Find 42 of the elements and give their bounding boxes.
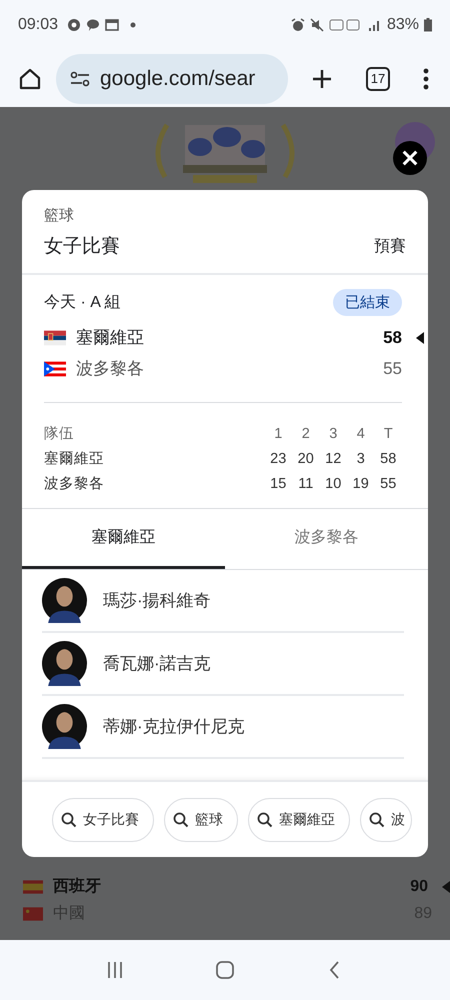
team-name: 塞爾維亞: [76, 327, 144, 349]
group-label: 今天 · A 組: [44, 293, 120, 313]
search-chip[interactable]: 塞爾維亞: [248, 798, 350, 842]
column-header: 1: [273, 426, 284, 442]
table-cell-text: 11: [297, 476, 314, 492]
team-tab[interactable]: 波多黎各: [225, 509, 428, 569]
column-header: T: [382, 426, 394, 442]
stage-label: 預賽: [374, 236, 406, 256]
team-score: 58: [383, 328, 402, 348]
player-name[interactable]: 喬瓦娜·諾吉克: [103, 652, 211, 675]
table-cell-text: 波多黎各: [44, 475, 105, 493]
table-cell-text: 58: [379, 450, 398, 466]
status-badge: 已結束: [333, 289, 402, 316]
tab-switcher-button[interactable]: 17: [366, 66, 390, 90]
search-chip[interactable]: 女子比賽: [52, 798, 154, 842]
battery-percent: 83%: [386, 16, 419, 34]
column-header: 4: [356, 426, 366, 442]
column-header: 3: [328, 426, 338, 442]
table-cell-text: 塞爾維亞: [44, 450, 105, 468]
table-cell-text: 55: [379, 476, 398, 492]
team-name: 波多黎各: [76, 358, 144, 380]
clock-time: 09:03: [18, 16, 58, 34]
table-cell-text: 3: [356, 450, 366, 466]
player-name[interactable]: 瑪莎·揚科維奇: [103, 589, 211, 612]
player-name[interactable]: 蒂娜·克拉伊什尼克: [103, 715, 245, 738]
search-chip[interactable]: 籃球: [164, 798, 238, 842]
event-title: 女子比賽: [44, 235, 120, 259]
table-cell-text: 12: [324, 450, 342, 466]
team-score: 90: [410, 878, 428, 896]
table-cell-text: 15: [269, 476, 288, 492]
search-chip[interactable]: 波: [360, 798, 412, 842]
team-tab[interactable]: 塞爾維亞: [22, 509, 225, 569]
table-cell-text: 20: [296, 450, 315, 466]
team-name: 西班牙: [53, 876, 101, 897]
address-bar[interactable]: google.com/sear: [56, 54, 288, 104]
column-header: 2: [300, 426, 311, 442]
table-cell-text: 19: [352, 476, 370, 492]
team-score: 55: [383, 358, 402, 378]
column-header: 隊伍: [44, 425, 75, 443]
table-cell-text: 23: [269, 450, 288, 466]
sport-label: 籃球: [44, 206, 75, 225]
table-cell-text: 10: [324, 476, 342, 492]
